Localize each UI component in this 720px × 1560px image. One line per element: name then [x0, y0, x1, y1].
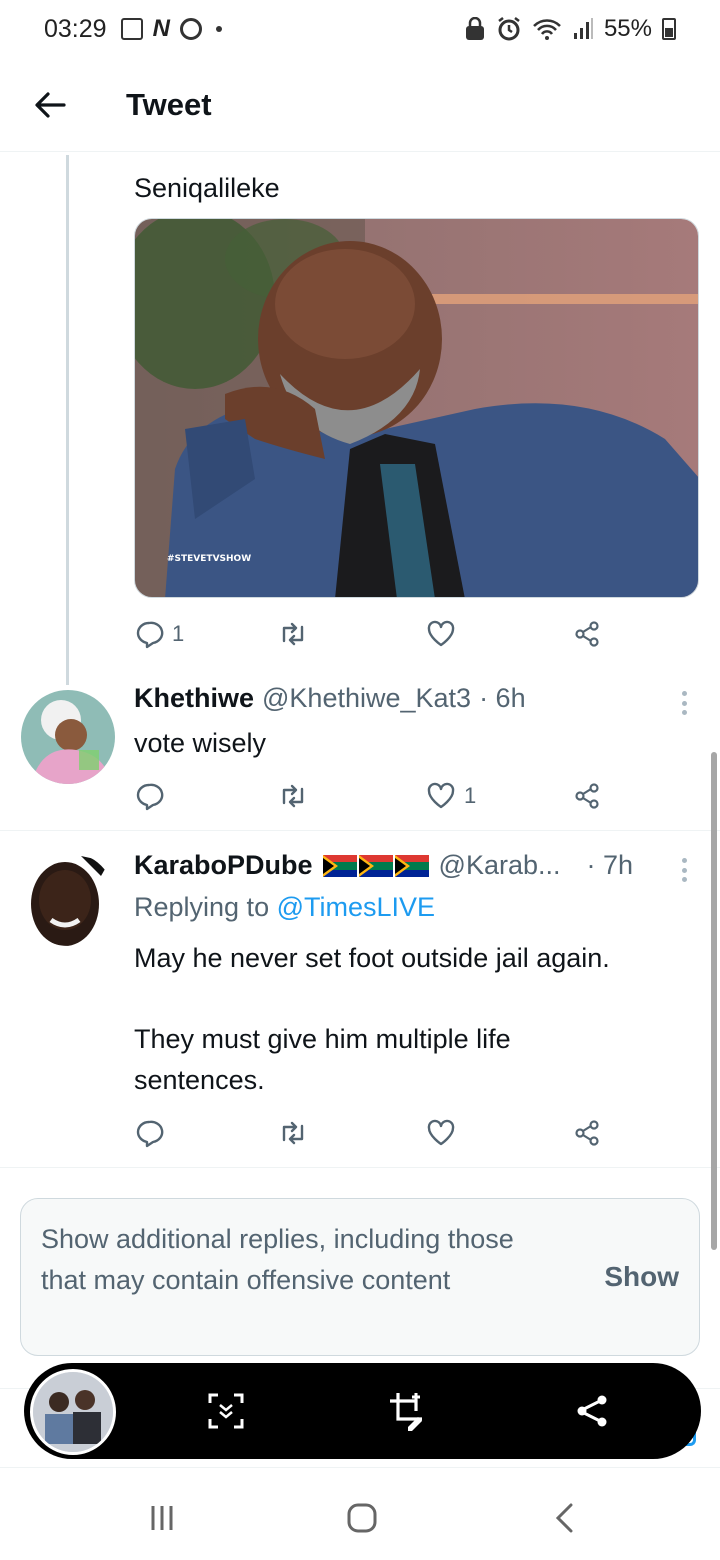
- reply-button[interactable]: [134, 781, 172, 811]
- thread-connector-line: [66, 155, 69, 685]
- like-count: 1: [464, 783, 477, 808]
- avatar-image: [21, 690, 115, 784]
- home-button[interactable]: [342, 1500, 382, 1536]
- recent-apps-button[interactable]: [142, 1500, 182, 1536]
- back-button[interactable]: [20, 75, 80, 135]
- heart-icon: [427, 1119, 455, 1146]
- retweet-button[interactable]: [278, 619, 316, 649]
- scrollbar[interactable]: [711, 752, 717, 1250]
- display-name[interactable]: Khethiwe: [134, 683, 254, 714]
- south-africa-flag-icon: [322, 854, 357, 877]
- retweet-icon: [282, 622, 304, 646]
- heart-icon: [427, 782, 455, 809]
- flag-emojis: [322, 854, 429, 877]
- show-button[interactable]: Show: [604, 1261, 679, 1293]
- scroll-capture-icon: [208, 1393, 244, 1429]
- screenshot-thumbnail[interactable]: [30, 1369, 116, 1455]
- retweet-icon: [282, 1121, 304, 1145]
- gallery-icon: [120, 18, 143, 40]
- replying-to-link[interactable]: @TimesLIVE: [277, 892, 435, 922]
- system-navigation-bar: [0, 1470, 720, 1560]
- share-icon: [575, 1120, 599, 1146]
- image-watermark: #STEVETVSHOW: [167, 554, 251, 564]
- heart-icon: [427, 620, 455, 647]
- notification-dot-icon: [215, 26, 222, 32]
- reply-icon: [136, 1120, 164, 1148]
- tweet-actions: 1: [134, 776, 604, 816]
- timestamp[interactable]: · 7h: [587, 850, 634, 881]
- lock-app-icon: [465, 17, 484, 40]
- wifi-icon: [533, 19, 561, 40]
- scroll-capture-button[interactable]: [202, 1387, 250, 1435]
- like-button[interactable]: [426, 619, 464, 649]
- signal-icon: [573, 18, 593, 39]
- divider: [0, 1167, 720, 1168]
- back-nav-button[interactable]: [544, 1500, 584, 1536]
- divider: [0, 830, 720, 831]
- south-africa-flag-icon: [358, 854, 393, 877]
- more-options-button[interactable]: [676, 688, 692, 718]
- tweet-text-line: sentences.: [134, 1065, 265, 1095]
- chevron-left-icon: [555, 1503, 573, 1533]
- chrome-icon: [179, 18, 202, 40]
- avatar[interactable]: [21, 852, 115, 946]
- reply-icon: [136, 783, 164, 811]
- tweet-text: Seniqalileke: [134, 173, 280, 203]
- crop-edit-icon: [390, 1393, 422, 1431]
- username[interactable]: @Khethiwe_Kat3: [262, 683, 471, 714]
- thumbnail-image: [33, 1372, 113, 1452]
- share-icon: [575, 783, 599, 809]
- display-name[interactable]: KaraboPDube: [134, 850, 313, 881]
- tweet-text-line: They must give him multiple life: [134, 1024, 511, 1054]
- reply-button[interactable]: [134, 1118, 172, 1148]
- recent-apps-icon: [151, 1506, 173, 1530]
- arrow-left-icon: [35, 91, 66, 118]
- replying-prefix: Replying to: [134, 892, 277, 922]
- share-button[interactable]: [572, 619, 602, 649]
- share-button[interactable]: [572, 1118, 602, 1148]
- show-additional-replies-card[interactable]: Show additional replies, including those…: [20, 1198, 700, 1356]
- tweet-text-line: May he never set foot outside jail again…: [134, 943, 610, 973]
- screenshot-toolbar: [24, 1363, 701, 1459]
- status-bar: 03:29 N 55%: [0, 0, 720, 58]
- tweet-header: KaraboPDube @Karab... · 7h: [134, 850, 633, 881]
- alarm-icon: [498, 17, 520, 41]
- n-app-icon: N: [152, 15, 170, 42]
- username[interactable]: @Karab...: [439, 850, 561, 881]
- retweet-button[interactable]: [278, 1118, 316, 1148]
- reply-icon: [136, 621, 164, 649]
- share-icon: [577, 1395, 607, 1427]
- reply-count: 1: [172, 621, 185, 646]
- show-additional-replies-text: Show additional replies, including those…: [41, 1224, 514, 1295]
- tweet-image[interactable]: #STEVETVSHOW: [134, 218, 699, 598]
- status-left-icons: N: [120, 15, 222, 43]
- tweet-actions: 1: [134, 614, 604, 654]
- share-screenshot-button[interactable]: [568, 1387, 616, 1435]
- share-icon: [575, 621, 599, 647]
- avatar[interactable]: [21, 690, 115, 784]
- tweet-header: Khethiwe @Khethiwe_Kat3 · 6h: [134, 683, 526, 714]
- south-africa-flag-icon: [394, 854, 429, 877]
- top-app-bar: Tweet: [0, 58, 720, 152]
- tweet-actions: [134, 1113, 604, 1153]
- timestamp[interactable]: · 6h: [479, 683, 526, 714]
- battery-percent: 55%: [603, 15, 652, 42]
- edit-crop-button[interactable]: [384, 1387, 432, 1435]
- tweet-text: vote wisely: [134, 728, 267, 758]
- retweet-icon: [282, 784, 304, 808]
- share-button[interactable]: [572, 781, 602, 811]
- more-options-button[interactable]: [676, 855, 692, 885]
- like-button[interactable]: [426, 1118, 464, 1148]
- like-button[interactable]: 1: [426, 781, 476, 811]
- status-time: 03:29: [44, 14, 107, 43]
- status-right-icons: 55%: [464, 15, 676, 43]
- avatar-image: [21, 852, 115, 946]
- home-icon: [347, 1503, 377, 1533]
- page-title: Tweet: [126, 86, 212, 122]
- battery-icon: [662, 18, 676, 40]
- replying-to: Replying to @TimesLIVE: [134, 892, 435, 923]
- meme-photo: #STEVETVSHOW: [135, 219, 698, 597]
- reply-button[interactable]: 1: [134, 619, 184, 649]
- retweet-button[interactable]: [278, 781, 316, 811]
